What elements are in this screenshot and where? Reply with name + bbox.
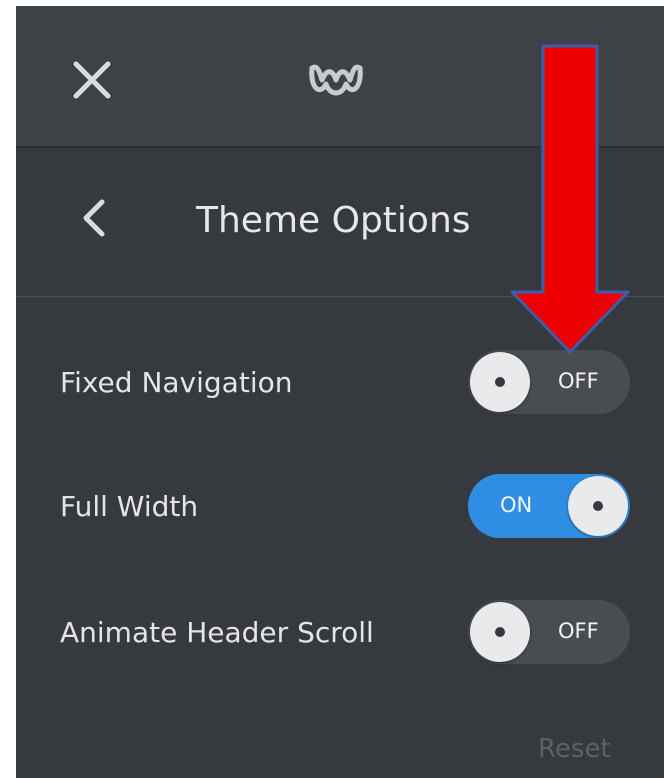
toggle-knob (470, 602, 530, 662)
option-label: Full Width (60, 490, 199, 523)
weebly-logo-icon (309, 64, 363, 96)
back-button[interactable] (76, 196, 112, 240)
option-row-fixed-navigation: Fixed Navigation OFF (16, 342, 664, 422)
toggle-state-text: OFF (558, 369, 599, 393)
theme-options-panel: Theme Options Fixed Navigation OFF Full … (16, 6, 664, 778)
toggle-state-text: ON (500, 493, 533, 517)
panel-header: Theme Options (16, 148, 664, 297)
close-icon (73, 61, 111, 99)
panel-title: Theme Options (196, 200, 471, 241)
knob-dot-icon (495, 377, 505, 387)
option-row-full-width: Full Width ON (16, 466, 664, 546)
weebly-logo (306, 60, 366, 100)
knob-dot-icon (593, 501, 603, 511)
option-label: Animate Header Scroll (60, 616, 374, 649)
full-width-toggle[interactable]: ON (468, 474, 630, 538)
animate-header-scroll-toggle[interactable]: OFF (468, 600, 630, 664)
top-bar (16, 6, 664, 148)
reset-button[interactable]: Reset (538, 734, 611, 764)
option-label: Fixed Navigation (60, 366, 293, 399)
close-button[interactable] (70, 58, 114, 102)
option-row-animate-header-scroll: Animate Header Scroll OFF (16, 592, 664, 672)
fixed-navigation-toggle[interactable]: OFF (468, 350, 630, 414)
toggle-knob (568, 476, 628, 536)
screenshot-stage: Theme Options Fixed Navigation OFF Full … (0, 0, 664, 778)
toggle-state-text: OFF (558, 619, 599, 643)
knob-dot-icon (495, 627, 505, 637)
chevron-left-icon (83, 199, 105, 237)
toggle-knob (470, 352, 530, 412)
